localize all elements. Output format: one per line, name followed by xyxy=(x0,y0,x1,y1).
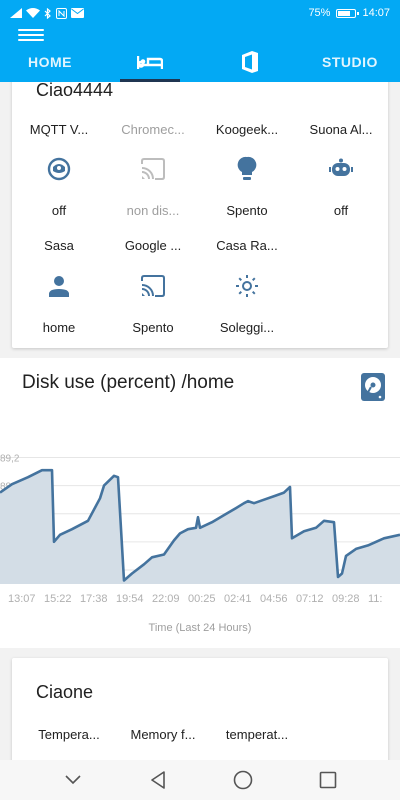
x-tick-label: 09:28 xyxy=(332,593,360,605)
status-bar: 75% 14:07 xyxy=(0,0,400,26)
collapse-icon xyxy=(64,775,81,785)
group-card: Ciao4444 MQTT V... Chromec... Koogeek...… xyxy=(12,82,388,348)
entity-name[interactable]: temperat... xyxy=(210,727,304,742)
nfc-icon xyxy=(56,7,67,19)
x-tick-label: 02:41 xyxy=(224,593,252,605)
x-tick-label: 19:54 xyxy=(116,593,144,605)
entity-states-row-1: off non dis... Spento off xyxy=(12,203,388,218)
graph-title: Disk use (percent) /home xyxy=(22,372,235,393)
robot-icon xyxy=(329,158,353,176)
battery-icon xyxy=(336,8,360,18)
tab-home[interactable]: HOME xyxy=(0,42,100,82)
person-icon xyxy=(49,276,69,297)
entity-state: off xyxy=(51,203,67,218)
entity-name: Google ... xyxy=(124,238,182,253)
x-tick-label: 07:12 xyxy=(296,593,324,605)
history-graph-card[interactable]: Disk use (percent) /home 89,288,888,488,… xyxy=(0,358,400,648)
bed-icon xyxy=(137,56,163,69)
x-tick-label: 17:38 xyxy=(80,593,108,605)
entity-icons-row-2 xyxy=(12,271,388,301)
entity-name: Sasa xyxy=(44,238,74,253)
tab-studio[interactable]: STUDIO xyxy=(300,42,400,82)
bluetooth-icon xyxy=(44,7,51,19)
x-tick-label: 22:09 xyxy=(152,593,180,605)
harddisk-icon[interactable] xyxy=(360,372,386,402)
entity-state: home xyxy=(42,320,76,335)
entity-suona-allarme[interactable] xyxy=(294,154,388,184)
battery-percent: 75% xyxy=(308,7,331,19)
entity-chromecast[interactable] xyxy=(106,154,200,184)
entity-names-row-2: Sasa Google ... Casa Ra... xyxy=(12,238,388,253)
entity-koogeek[interactable] xyxy=(200,154,294,184)
entity-icons-row-1 xyxy=(12,154,388,184)
sun-icon xyxy=(236,275,258,297)
entity-sasa[interactable] xyxy=(12,271,106,301)
entity-name: Chromec... xyxy=(121,122,185,137)
entity-casa-weather[interactable] xyxy=(200,271,294,301)
app-bar: HOME STUDIO xyxy=(0,26,400,82)
nav-back-button[interactable] xyxy=(143,765,173,795)
entity-state: off xyxy=(333,203,349,218)
ciaone-card: Ciaone Tempera... Memory f... temperat..… xyxy=(12,658,388,760)
entity-names-row-1: MQTT V... Chromec... Koogeek... Suona Al… xyxy=(12,122,388,137)
clock: 14:07 xyxy=(362,7,390,19)
office-icon xyxy=(242,51,258,73)
entity-state: Spento xyxy=(226,203,268,218)
view-tabs: HOME STUDIO xyxy=(0,42,400,82)
entity-state: non dis... xyxy=(126,203,180,218)
back-icon xyxy=(150,771,165,789)
y-tick-label: 89,2 xyxy=(0,454,20,465)
disk-use-chart[interactable]: 89,288,888,488,087,613:0715:2217:3819:54… xyxy=(0,454,400,622)
entity-name[interactable]: Tempera... xyxy=(22,727,116,742)
entity-name: Casa Ra... xyxy=(216,238,278,253)
lightbulb-icon xyxy=(237,156,257,180)
cast-icon xyxy=(141,275,165,297)
wifi-icon xyxy=(26,8,40,18)
entity-name: Koogeek... xyxy=(215,122,279,137)
entity-mqtt-vacuum[interactable] xyxy=(12,154,106,184)
ciaone-card-title: Ciaone xyxy=(36,682,94,702)
tab-home-label: HOME xyxy=(28,54,72,70)
entity-states-row-2: home Spento Soleggi... xyxy=(12,320,388,335)
menu-icon xyxy=(18,29,44,31)
tab-studio-label: STUDIO xyxy=(322,54,378,70)
x-tick-label: 11: xyxy=(368,593,382,605)
x-tick-label: 04:56 xyxy=(260,593,288,605)
entity-state: Soleggi... xyxy=(219,320,275,335)
cast-icon xyxy=(141,158,165,180)
mail-icon xyxy=(71,8,84,18)
entity-state: Spento xyxy=(132,320,174,335)
robot-vacuum-icon xyxy=(47,157,71,181)
tab-office[interactable] xyxy=(200,42,300,82)
dashboard-content[interactable]: Ciao4444 MQTT V... Chromec... Koogeek...… xyxy=(0,82,400,760)
nav-collapse-button[interactable] xyxy=(58,765,88,795)
entity-name: Suona Al... xyxy=(309,122,373,137)
x-tick-label: 13:07 xyxy=(8,593,36,605)
ciaone-names-row: Tempera... Memory f... temperat... xyxy=(22,727,388,742)
entity-name: MQTT V... xyxy=(29,122,89,137)
x-axis-label: Time (Last 24 Hours) xyxy=(148,622,252,634)
nav-home-button[interactable] xyxy=(228,765,258,795)
entity-name xyxy=(294,238,388,253)
entity-name[interactable]: Memory f... xyxy=(116,727,210,742)
system-nav-bar xyxy=(0,760,400,800)
home-icon xyxy=(233,770,252,790)
group-card-title: Ciao4444 xyxy=(36,82,114,100)
x-tick-label: 00:25 xyxy=(188,593,216,605)
empty-cell xyxy=(294,271,388,301)
x-tick-label: 15:22 xyxy=(44,593,72,605)
recents-icon xyxy=(319,771,336,789)
entity-google-cast[interactable] xyxy=(106,271,200,301)
nav-recents-button[interactable] xyxy=(313,765,343,795)
signal-icon xyxy=(10,8,22,18)
tab-bedroom[interactable] xyxy=(100,42,200,82)
